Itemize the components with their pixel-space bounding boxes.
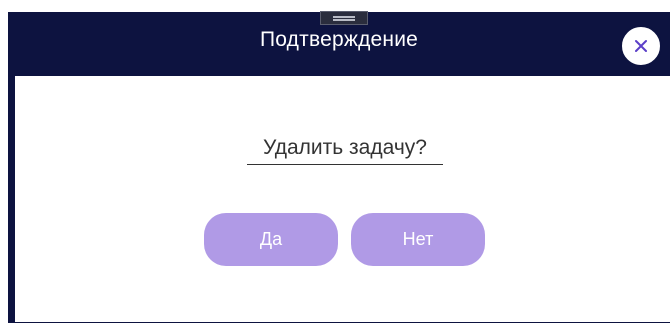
no-button[interactable]: Нет xyxy=(351,213,485,266)
dialog-title: Подтверждение xyxy=(259,28,419,51)
dialog-content: Удалить задачу? Да Нет xyxy=(15,76,670,322)
yes-button-label: Да xyxy=(259,229,283,249)
drag-handle-line xyxy=(333,19,355,21)
yes-button[interactable]: Да xyxy=(204,213,338,266)
confirmation-dialog: Подтверждение Удалить задачу? Да Нет xyxy=(8,11,670,323)
close-button[interactable] xyxy=(620,25,662,67)
confirmation-question: Удалить задачу? xyxy=(247,136,443,165)
no-button-label: Нет xyxy=(402,229,434,249)
drag-handle-line xyxy=(333,16,355,18)
drag-handle[interactable] xyxy=(320,11,368,25)
close-icon xyxy=(634,39,648,53)
